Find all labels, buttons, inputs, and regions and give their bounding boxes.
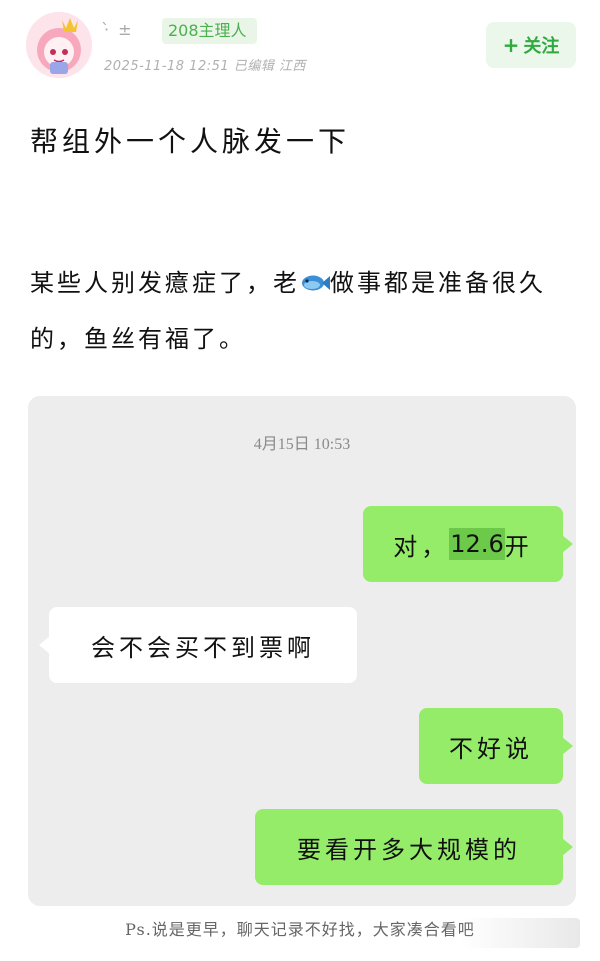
highlighted-text: 12.6 xyxy=(449,528,505,560)
post-body: 某些人别发癔症了，老 做事都是准备很久的，鱼丝有福了。 xyxy=(30,255,575,367)
message-text: 不好说 xyxy=(449,734,533,763)
message-text: 开 xyxy=(504,532,533,561)
role-badge: 208主理人 xyxy=(162,18,257,44)
message-text: 要看开多大规模的 xyxy=(297,835,521,864)
user-avatar[interactable] xyxy=(26,12,92,78)
chat-message-right: 要看开多大规模的 xyxy=(255,809,573,885)
fish-icon xyxy=(300,258,330,291)
watermark xyxy=(460,918,580,948)
post-title: 帮组外一个人脉发一下 xyxy=(30,125,351,158)
post-meta: 2025-11-18 12:51 已编辑 江西 xyxy=(104,59,306,74)
post-header: ·̀ ± 208主理人 2025-11-18 12:51 已编辑 江西 + 关注 xyxy=(0,0,600,90)
chat-message-left: 会不会买不到票啊 xyxy=(39,607,357,683)
username[interactable]: ·̀ ± xyxy=(104,20,150,44)
message-text: 对， xyxy=(393,532,450,561)
plus-icon: + xyxy=(502,33,520,57)
post-body-text-1: 某些人别发癔症了，老 xyxy=(30,269,300,297)
chat-screenshot: 4月15日 10:53 对， 12.6 开 会不会买不到票啊 不好说 要看开多大规模… xyxy=(28,396,576,906)
message-text: 会不会买不到票啊 xyxy=(91,633,315,662)
chat-message-right: 对， 12.6 开 xyxy=(363,506,573,582)
chat-message-right: 不好说 xyxy=(419,708,573,784)
follow-button[interactable]: + 关注 xyxy=(486,22,576,68)
chat-timestamp: 4月15日 10:53 xyxy=(253,436,351,453)
follow-label: 关注 xyxy=(523,36,560,57)
